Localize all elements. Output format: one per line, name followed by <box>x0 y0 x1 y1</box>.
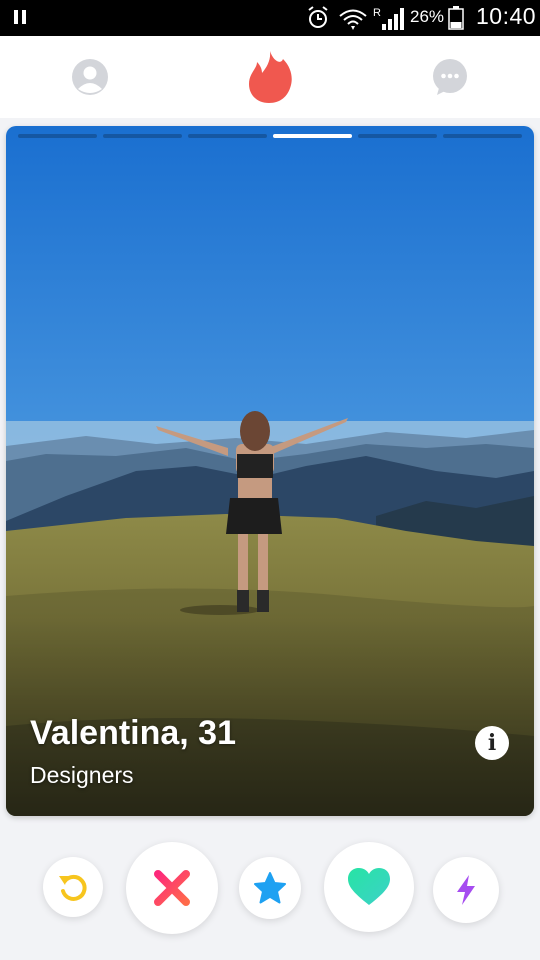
tinder-logo-button[interactable] <box>236 36 304 118</box>
super-like-icon <box>254 872 286 904</box>
profile-icon <box>72 59 108 95</box>
profile-button[interactable] <box>62 36 118 118</box>
status-icons: R <box>308 6 404 30</box>
super-like-button[interactable] <box>239 857 301 919</box>
rewind-icon <box>59 874 87 901</box>
profile-job: Designers <box>30 762 134 788</box>
alarm-icon <box>308 6 328 28</box>
like-button[interactable] <box>324 842 414 932</box>
messages-button[interactable] <box>422 36 478 118</box>
battery-icon <box>448 6 464 30</box>
profile-name-age: Valentina, 31 <box>30 714 236 752</box>
wifi-icon <box>339 9 367 25</box>
photo-progress <box>18 134 522 138</box>
chat-icon <box>433 59 467 95</box>
photo-progress-segment <box>18 134 97 138</box>
photo-progress-segment <box>188 134 267 138</box>
clock: 10:40 <box>476 3 537 29</box>
nope-button[interactable] <box>126 842 218 934</box>
flame-logo-icon <box>249 51 292 103</box>
rewind-button[interactable] <box>43 857 103 917</box>
boost-icon <box>457 875 475 905</box>
photo-progress-segment <box>103 134 182 138</box>
status-bar: R 26% 10:40 <box>0 0 540 36</box>
profile-card[interactable]: Valentina, 31 Designers i <box>6 126 534 816</box>
battery-percent: 26% <box>410 7 445 26</box>
photo-progress-segment-active <box>273 134 352 138</box>
like-icon <box>348 868 390 905</box>
photo-progress-segment <box>358 134 437 138</box>
photo-progress-segment <box>443 134 522 138</box>
info-button[interactable]: i <box>475 726 509 760</box>
network-label: R <box>373 7 381 19</box>
boost-button[interactable] <box>433 857 499 923</box>
signal-icon <box>382 8 404 30</box>
top-nav <box>0 36 540 118</box>
nope-icon <box>154 870 190 906</box>
pause-icon <box>14 10 26 24</box>
